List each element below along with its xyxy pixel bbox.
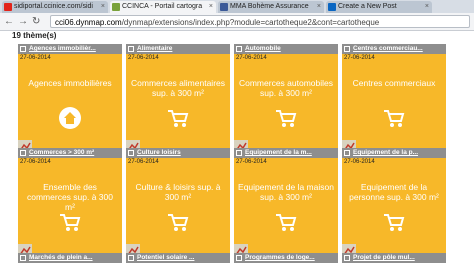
url-field[interactable]: cci06.dynmap.com/dynmap/extensions/index… — [50, 15, 470, 28]
theme-tile-automobile[interactable]: Automobile 27-06-2014 Commerces automobi… — [234, 44, 338, 154]
tile-header: Equipement de la p... — [342, 148, 446, 158]
page-content: 19 thème(s) Agences immobilièr... 27-06-… — [0, 31, 474, 271]
layer-icon — [20, 46, 26, 52]
tile-header-link[interactable]: Centres commerciau... — [353, 44, 443, 54]
layer-icon — [236, 46, 242, 52]
layer-icon — [236, 150, 242, 156]
back-icon[interactable]: ← — [4, 15, 14, 28]
tab-label: Create a New Post — [338, 3, 397, 10]
theme-tile-projet-pole[interactable]: Projet de pôle mul... — [342, 253, 446, 263]
theme-tile-culture-loisirs[interactable]: Culture loisirs 27-06-2014 Culture & loi… — [126, 148, 230, 258]
layer-icon — [344, 255, 350, 261]
theme-tile-potentiel-solaire[interactable]: Potentiel solaire ... — [126, 253, 230, 263]
close-icon[interactable]: × — [317, 1, 321, 13]
tile-header: Equipement de la m... — [234, 148, 338, 158]
tab-label: sidiportal.ccinice.com/sidi — [14, 3, 93, 10]
tile-title: Equipement de la personne sup. à 300 m² — [349, 182, 439, 202]
url-host: cci06.dynmap.com — [55, 18, 122, 27]
tile-header: Commerces > 300 m² — [18, 148, 122, 158]
tile-header-link[interactable]: Marchés de plein a... — [29, 253, 119, 263]
tile-header-link[interactable]: Potentiel solaire ... — [137, 253, 227, 263]
linkedin-icon — [328, 3, 336, 11]
theme-tile-alimentaire[interactable]: Alimentaire 27-06-2014 Commerces aliment… — [126, 44, 230, 154]
cart-icon — [168, 110, 189, 127]
layer-icon — [128, 255, 134, 261]
browser-tab-bar: sidiportal.ccinice.com/sidi × CCINCA - P… — [0, 0, 474, 13]
tile-header: Agences immobilièr... — [18, 44, 122, 54]
tile-header-link[interactable]: Equipement de la p... — [353, 148, 443, 158]
forward-icon[interactable]: → — [18, 15, 28, 28]
tile-title: Centres commerciaux — [352, 78, 436, 88]
tile-header: Alimentaire — [126, 44, 230, 54]
cart-icon — [384, 214, 405, 231]
cart-icon — [276, 110, 297, 127]
reload-icon[interactable]: ↻ — [32, 15, 40, 28]
tile-title: Ensemble des commerces sup. à 300 m² — [27, 182, 113, 212]
tile-date: 27-06-2014 — [128, 159, 159, 165]
url-path: /dynmap/extensions/index.php?module=cart… — [121, 18, 380, 27]
browser-tab-create-post[interactable]: Create a New Post × — [326, 1, 432, 13]
tile-title: Culture & loisirs sup. à 300 m² — [135, 182, 221, 202]
layer-icon — [236, 255, 242, 261]
tile-header-link[interactable]: Automobile — [245, 44, 335, 54]
tile-header: Centres commerciau... — [342, 44, 446, 54]
cart-icon — [384, 110, 405, 127]
layer-icon — [20, 255, 26, 261]
close-icon[interactable]: × — [425, 1, 429, 13]
browser-tab-sidiportal[interactable]: sidiportal.ccinice.com/sidi × — [2, 1, 108, 13]
tile-date: 27-06-2014 — [344, 55, 375, 61]
tile-title: Equipement de la maison sup. à 300 m² — [238, 182, 334, 202]
tile-header-link[interactable]: Programmes de loge... — [245, 253, 335, 263]
browser-tab-mma[interactable]: MMA Bohème Assurance × — [218, 1, 324, 13]
tile-date: 27-06-2014 — [20, 159, 51, 165]
site-favicon-icon — [4, 3, 12, 11]
cart-icon — [276, 214, 297, 231]
browser-tab-ccinca[interactable]: CCINCA - Portail cartogra × — [110, 1, 216, 13]
layer-icon — [344, 150, 350, 156]
tile-date: 27-06-2014 — [128, 55, 159, 61]
theme-tile-equipement-personne[interactable]: Equipement de la p... 27-06-2014 Equipem… — [342, 148, 446, 258]
layer-icon — [128, 46, 134, 52]
site-favicon-icon — [112, 3, 120, 11]
tab-label: MMA Bohème Assurance — [230, 3, 309, 10]
theme-tile-programmes-logement[interactable]: Programmes de loge... — [234, 253, 338, 263]
tile-header: Culture loisirs — [126, 148, 230, 158]
theme-tile-centres-commerciaux[interactable]: Centres commerciau... 27-06-2014 Centres… — [342, 44, 446, 154]
tile-date: 27-06-2014 — [236, 55, 267, 61]
close-icon[interactable]: × — [101, 1, 105, 13]
cart-icon — [60, 214, 81, 231]
tile-header-link[interactable]: Alimentaire — [137, 44, 227, 54]
house-icon — [59, 107, 81, 129]
tile-title: Commerces automobiles sup. à 300 m² — [238, 78, 333, 98]
tile-title: Commerces alimentaires sup. à 300 m² — [131, 78, 225, 98]
facebook-icon — [220, 3, 228, 11]
layer-icon — [128, 150, 134, 156]
tile-title: Agences immobilières — [28, 78, 112, 88]
close-icon[interactable]: × — [209, 1, 213, 13]
tile-header-link[interactable]: Commerces > 300 m² — [29, 148, 119, 158]
tile-date: 27-06-2014 — [236, 159, 267, 165]
tile-header-link[interactable]: Culture loisirs — [137, 148, 227, 158]
tile-header: Automobile — [234, 44, 338, 54]
tile-date: 27-06-2014 — [20, 55, 51, 61]
theme-tile-equipement-maison[interactable]: Equipement de la m... 27-06-2014 Equipem… — [234, 148, 338, 258]
tile-header-link[interactable]: Projet de pôle mul... — [353, 253, 443, 263]
layer-icon — [20, 150, 26, 156]
cart-icon — [168, 214, 189, 231]
tile-date: 27-06-2014 — [344, 159, 375, 165]
tab-label: CCINCA - Portail cartogra — [122, 3, 203, 10]
tile-header-link[interactable]: Equipement de la m... — [245, 148, 335, 158]
theme-tile-agences[interactable]: Agences immobilièr... 27-06-2014 Agences… — [18, 44, 122, 154]
layer-icon — [344, 46, 350, 52]
address-bar: ← → ↻ cci06.dynmap.com/dynmap/extensions… — [0, 13, 474, 31]
theme-tile-marches[interactable]: Marchés de plein a... — [18, 253, 122, 263]
tile-header-link[interactable]: Agences immobilièr... — [29, 44, 119, 54]
theme-count: 19 thème(s) — [12, 31, 57, 40]
theme-tile-commerces[interactable]: Commerces > 300 m² 27-06-2014 Ensemble d… — [18, 148, 122, 258]
